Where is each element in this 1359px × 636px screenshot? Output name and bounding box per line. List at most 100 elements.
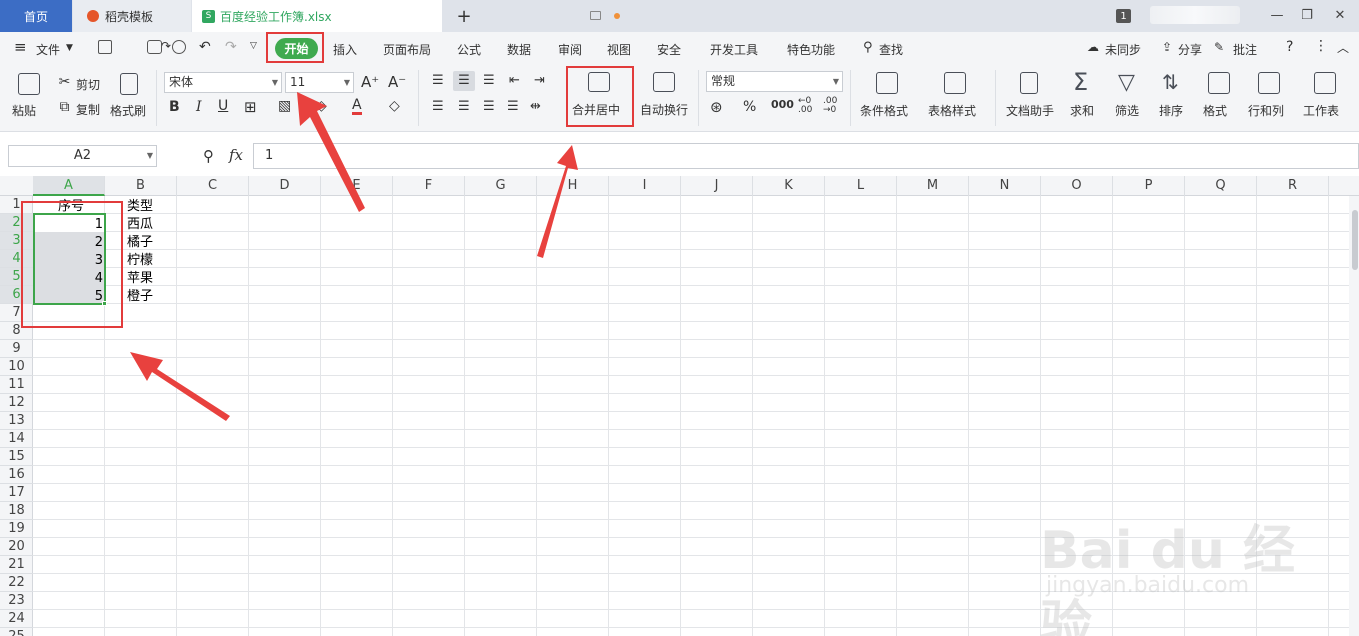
row-header-20[interactable]: 20: [0, 538, 33, 556]
menu-insert[interactable]: 插入: [333, 41, 357, 58]
column-header-f[interactable]: F: [393, 176, 465, 196]
column-header-c[interactable]: C: [177, 176, 249, 196]
doc-helper-button[interactable]: 文档助手: [1006, 102, 1054, 119]
clear-format-icon[interactable]: ◇: [389, 98, 400, 114]
column-header-k[interactable]: K: [753, 176, 825, 196]
menu-data[interactable]: 数据: [507, 41, 531, 58]
column-header-h[interactable]: H: [537, 176, 609, 196]
tab-file[interactable]: S 百度经验工作簿.xlsx: [192, 0, 620, 32]
filter-button[interactable]: 筛选: [1115, 102, 1139, 119]
column-header-d[interactable]: D: [249, 176, 321, 196]
row-header-25[interactable]: 25: [0, 628, 33, 636]
help-icon[interactable]: ?: [1286, 39, 1293, 55]
distributed-icon[interactable]: ⇹: [530, 99, 541, 114]
menu-developer[interactable]: 开发工具: [710, 41, 758, 58]
row-header-19[interactable]: 19: [0, 520, 33, 538]
menu-security[interactable]: 安全: [657, 41, 681, 58]
row-header-22[interactable]: 22: [0, 574, 33, 592]
hamburger-icon[interactable]: ≡: [14, 38, 27, 56]
close-icon[interactable]: ✕: [1333, 8, 1347, 23]
cell-b3[interactable]: 橘子: [127, 234, 153, 252]
column-header-i[interactable]: I: [609, 176, 681, 196]
thousands-icon[interactable]: 000: [771, 98, 794, 111]
row-header-15[interactable]: 15: [0, 448, 33, 466]
table-style-icon[interactable]: [944, 72, 966, 94]
menu-page-layout[interactable]: 页面布局: [383, 41, 431, 58]
new-tab-button[interactable]: +: [454, 0, 474, 32]
format-painter-button[interactable]: 格式刷: [110, 102, 146, 119]
cell-b5[interactable]: 苹果: [127, 270, 153, 288]
cell-b2[interactable]: 西瓜: [127, 216, 153, 234]
menu-search[interactable]: 查找: [879, 41, 903, 58]
redo-disabled-icon[interactable]: ↷: [225, 39, 237, 55]
align-middle-icon[interactable]: ☰: [453, 71, 475, 91]
menu-special[interactable]: 特色功能: [787, 41, 835, 58]
column-header-a[interactable]: A: [33, 176, 105, 196]
share-button[interactable]: 分享: [1178, 41, 1202, 58]
column-header-p[interactable]: P: [1113, 176, 1185, 196]
row-header-24[interactable]: 24: [0, 610, 33, 628]
cell-fill-icon[interactable]: ▧: [278, 98, 291, 114]
menu-review[interactable]: 审阅: [558, 41, 582, 58]
row-header-11[interactable]: 11: [0, 376, 33, 394]
minimize-icon[interactable]: —: [1270, 8, 1284, 23]
font-size-select[interactable]: 11 ▼: [285, 72, 354, 93]
sync-status[interactable]: 未同步: [1105, 41, 1141, 58]
row-header-12[interactable]: 12: [0, 394, 33, 412]
row-header-13[interactable]: 13: [0, 412, 33, 430]
sort-button[interactable]: 排序: [1159, 102, 1183, 119]
percent-icon[interactable]: %: [743, 99, 756, 115]
menu-file[interactable]: 文件: [36, 41, 60, 58]
cell-b4[interactable]: 柠檬: [127, 252, 153, 270]
format-icon[interactable]: [1208, 72, 1230, 94]
justify-icon[interactable]: ☰: [507, 99, 519, 114]
row-header-14[interactable]: 14: [0, 430, 33, 448]
column-header-m[interactable]: M: [897, 176, 969, 196]
column-header-e[interactable]: E: [321, 176, 393, 196]
paste-icon[interactable]: [18, 73, 40, 95]
rows-cols-button[interactable]: 行和列: [1248, 102, 1284, 119]
align-right-icon[interactable]: ☰: [483, 99, 495, 114]
wrap-text-icon[interactable]: [653, 72, 675, 92]
save-icon[interactable]: [98, 40, 112, 54]
increase-decimal-icon[interactable]: ←0.00: [798, 97, 812, 115]
name-box[interactable]: A2 ▼: [8, 145, 157, 167]
format-button[interactable]: 格式: [1203, 102, 1227, 119]
zoom-icon[interactable]: ⚲: [203, 147, 214, 165]
tab-home[interactable]: 首页: [0, 0, 72, 32]
menu-view[interactable]: 视图: [607, 41, 631, 58]
conditional-format-button[interactable]: 条件格式: [860, 102, 908, 119]
align-left-icon[interactable]: ☰: [432, 99, 444, 114]
window-count-badge[interactable]: 1: [1116, 9, 1131, 23]
print-icon[interactable]: [147, 40, 162, 54]
fill-color-icon[interactable]: ◇: [316, 98, 327, 114]
decrease-font-icon[interactable]: A⁻: [388, 73, 406, 91]
increase-indent-icon[interactable]: ⇥: [534, 73, 545, 88]
table-style-button[interactable]: 表格样式: [928, 102, 976, 119]
menu-formulas[interactable]: 公式: [457, 41, 481, 58]
screen-icon[interactable]: [590, 11, 601, 20]
column-header-b[interactable]: B: [105, 176, 177, 196]
column-header-j[interactable]: J: [681, 176, 753, 196]
doc-helper-icon[interactable]: [1020, 72, 1038, 94]
row-header-18[interactable]: 18: [0, 502, 33, 520]
more-icon[interactable]: ⋮: [1314, 38, 1328, 54]
bold-icon[interactable]: B: [169, 99, 180, 115]
column-header-g[interactable]: G: [465, 176, 537, 196]
column-header-r[interactable]: R: [1257, 176, 1329, 196]
align-top-icon[interactable]: ☰: [432, 73, 444, 88]
row-header-17[interactable]: 17: [0, 484, 33, 502]
row-header-23[interactable]: 23: [0, 592, 33, 610]
number-format-select[interactable]: 常规 ▼: [706, 71, 843, 92]
font-family-select[interactable]: 宋体 ▼: [164, 72, 282, 93]
filter-icon[interactable]: ▽: [1118, 70, 1135, 95]
sum-button[interactable]: 求和: [1070, 102, 1094, 119]
wrap-text-button[interactable]: 自动换行: [640, 101, 688, 118]
row-header-21[interactable]: 21: [0, 556, 33, 574]
conditional-format-icon[interactable]: [876, 72, 898, 94]
decrease-indent-icon[interactable]: ⇤: [509, 73, 520, 88]
increase-font-icon[interactable]: A⁺: [361, 73, 379, 91]
rows-cols-icon[interactable]: [1258, 72, 1280, 94]
row-header-9[interactable]: 9: [0, 340, 33, 358]
sum-icon[interactable]: Σ: [1073, 68, 1088, 96]
